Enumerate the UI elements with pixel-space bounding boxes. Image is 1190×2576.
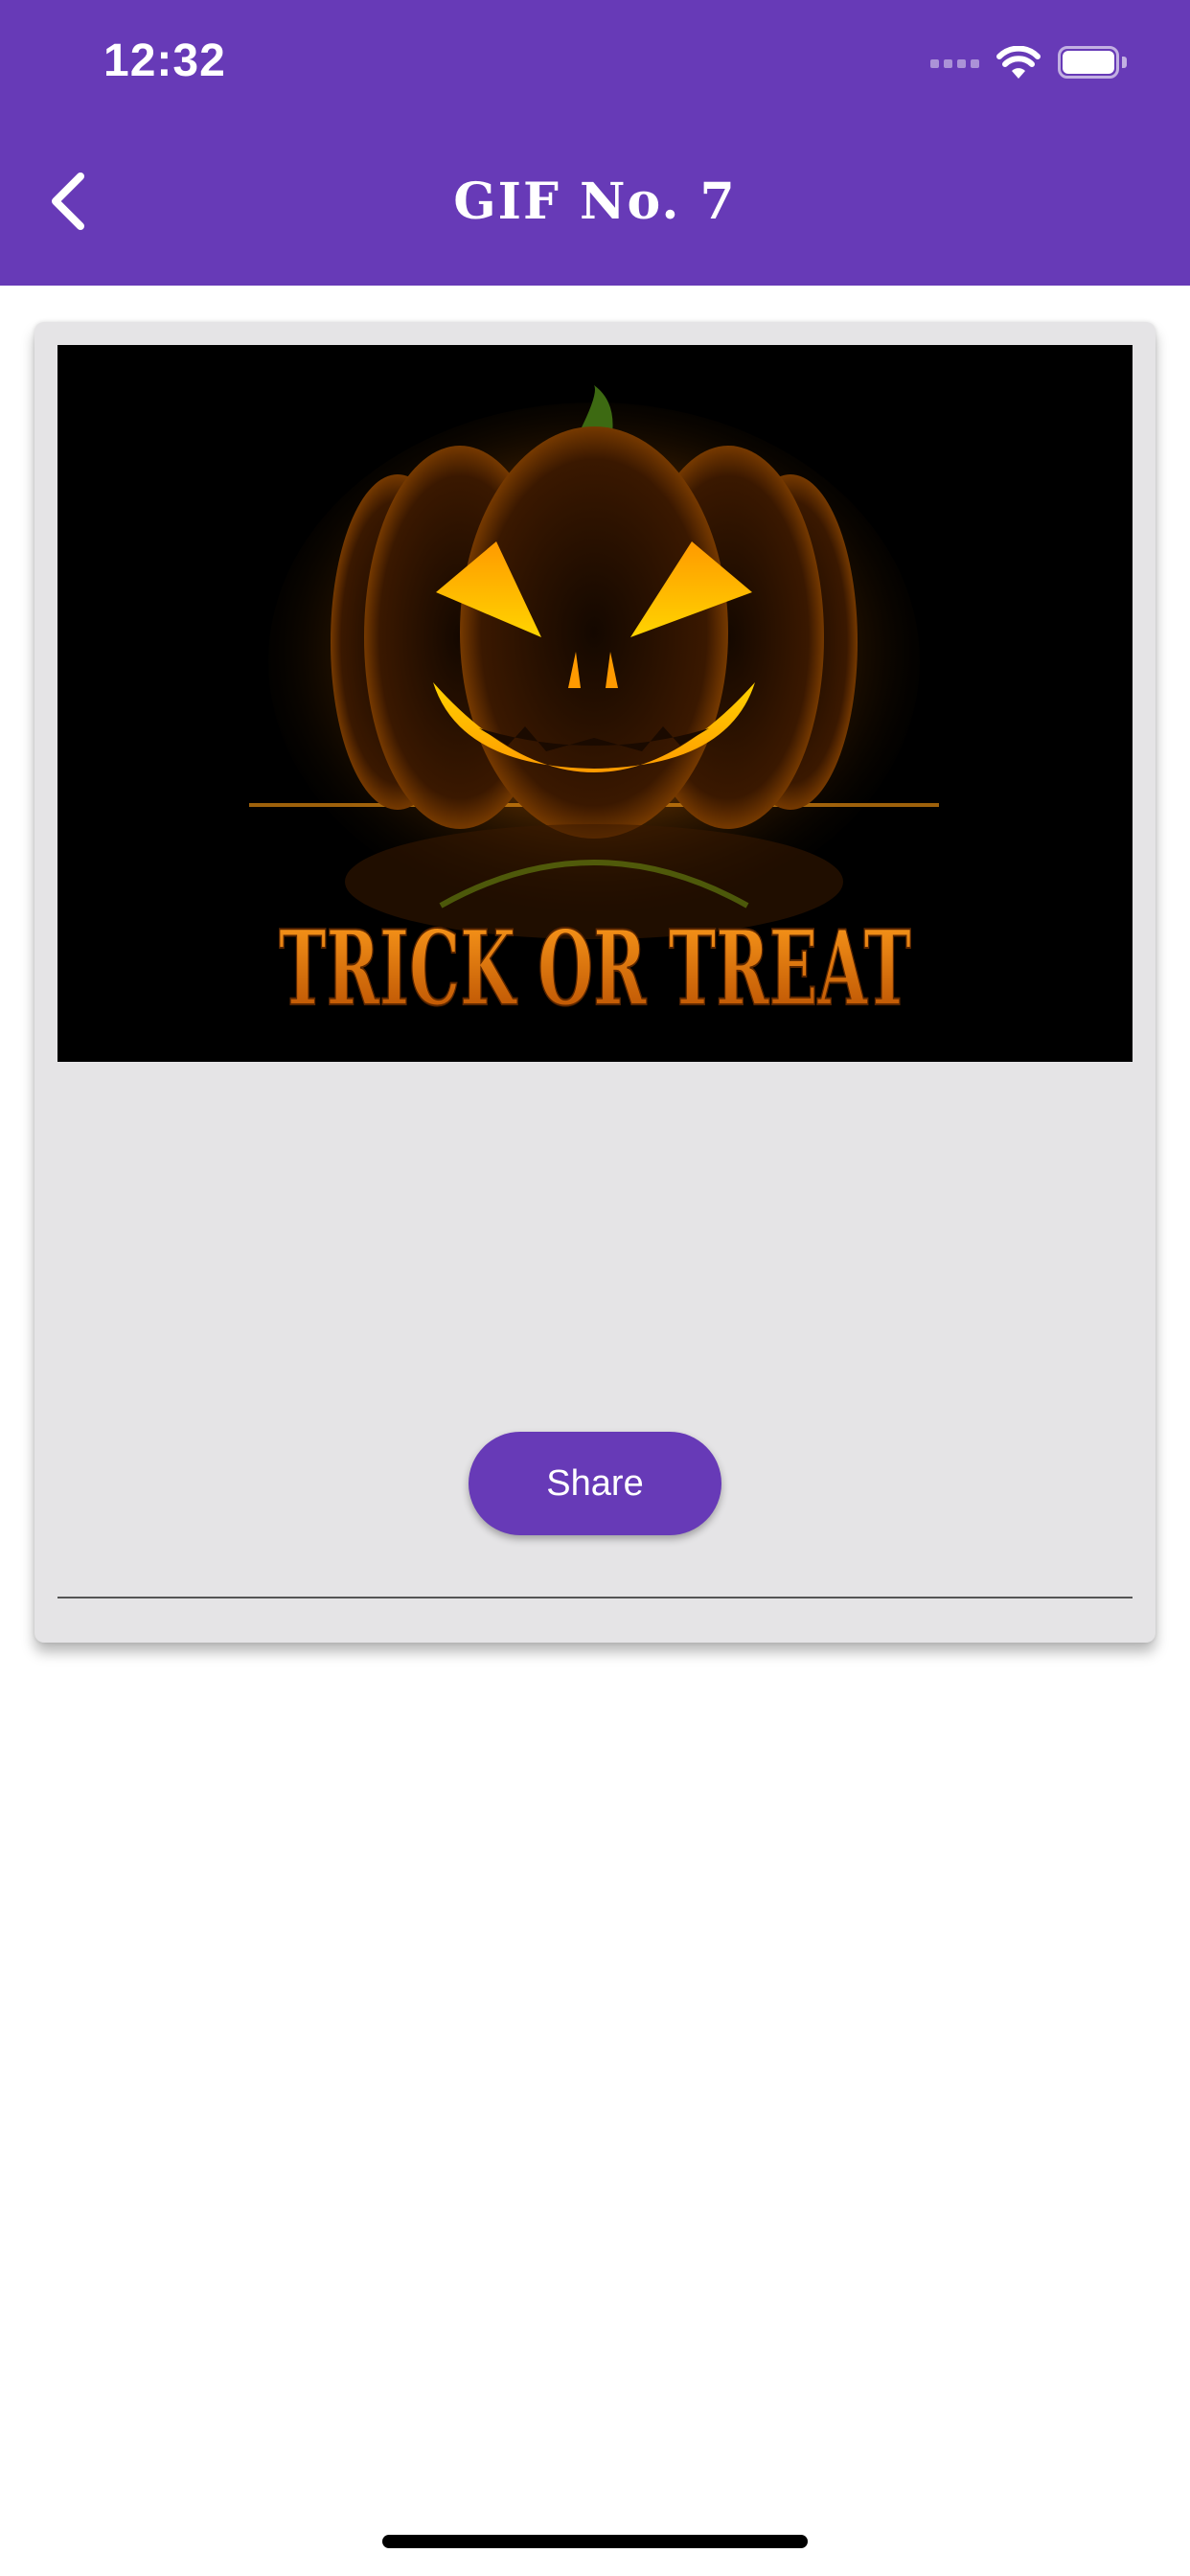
status-icons: [930, 42, 1127, 84]
page-title: GIF No. 7: [453, 172, 737, 231]
cellular-signal-icon: [930, 58, 979, 68]
gif-card: TRICK OR TREAT Share: [34, 322, 1156, 1643]
battery-icon: [1058, 46, 1127, 80]
wifi-icon: [996, 46, 1041, 79]
jack-o-lantern-illustration: TRICK OR TREAT: [57, 345, 1133, 1062]
gif-caption: TRICK OR TREAT: [279, 908, 911, 1029]
card-divider: [57, 1597, 1133, 1598]
gif-image: TRICK OR TREAT: [57, 345, 1133, 1062]
app-header: 12:32 GIF No. 7: [0, 0, 1190, 286]
home-indicator[interactable]: [382, 2535, 808, 2548]
share-button[interactable]: Share: [469, 1432, 721, 1535]
status-time: 12:32: [103, 35, 226, 86]
